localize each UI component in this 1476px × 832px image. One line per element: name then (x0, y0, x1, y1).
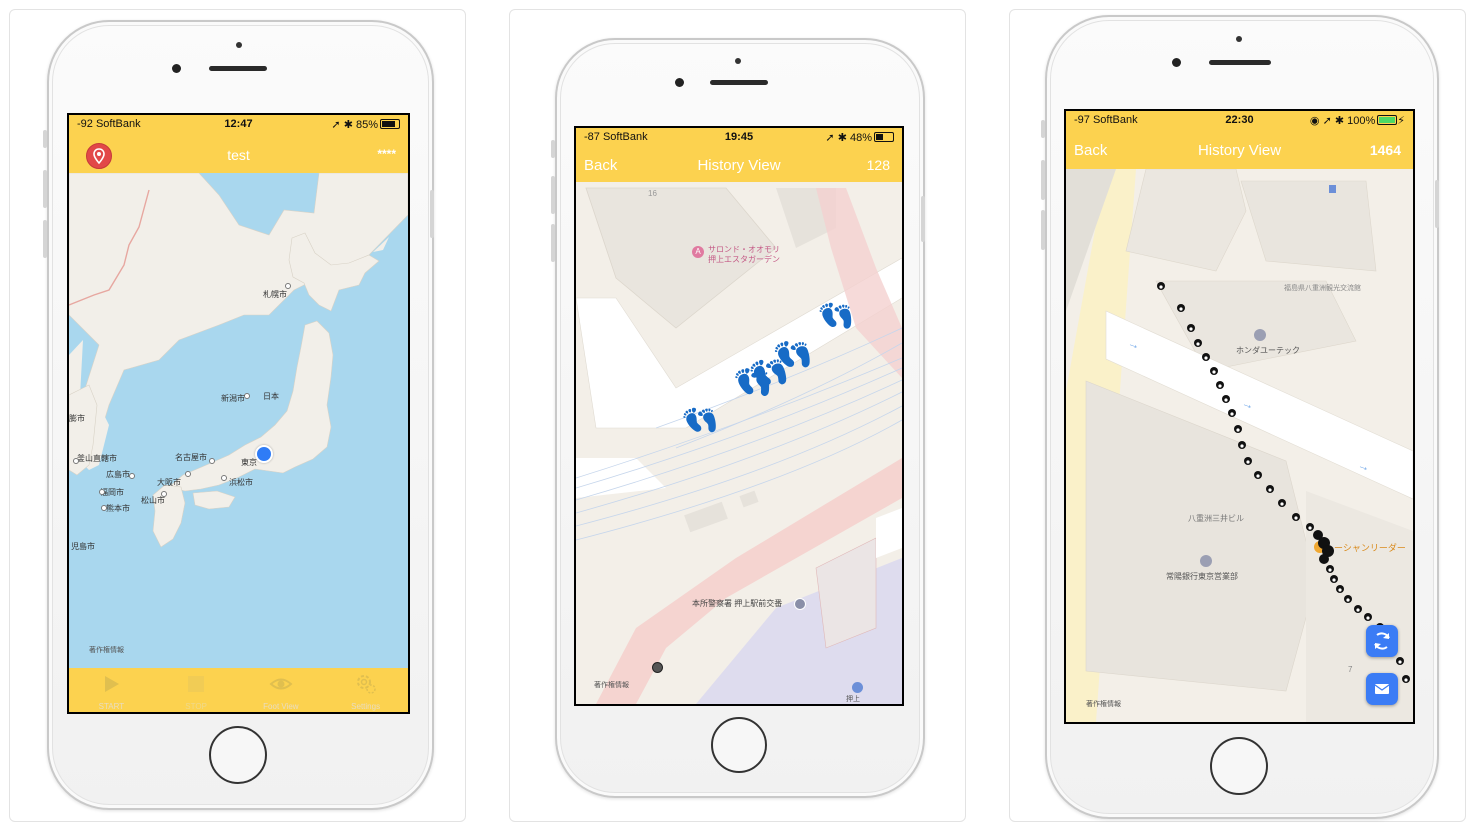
map-legal-label[interactable]: 著作権情報 (89, 645, 124, 655)
volume-down-button (43, 220, 47, 258)
proximity-sensor (1236, 36, 1242, 42)
tab-settings-label: Settings (351, 702, 381, 711)
refresh-button[interactable] (1366, 625, 1398, 657)
mute-switch (551, 140, 555, 158)
nav-right-button[interactable]: **** (377, 147, 396, 161)
city-label: 児島市 (71, 542, 95, 551)
poi-label-line2: 押上エスタガーデン (708, 255, 780, 264)
map-view[interactable]: 札幌市 新潟市 日本 名古屋市 東京 大阪市 浜松市 広島市 福岡市 松山市 熊… (69, 115, 408, 712)
map-legal-label[interactable]: 著作権情報 (1086, 699, 1121, 709)
tab-start[interactable]: START (69, 668, 154, 712)
earpiece-speaker (710, 80, 768, 85)
city-label: 膨市 (69, 414, 85, 423)
footprint-count: 1464 (1369, 142, 1401, 158)
battery-indicator: ➚ ✱ 48% (825, 131, 894, 144)
proximity-sensor (236, 42, 242, 48)
street-map (576, 128, 902, 704)
volume-up-button (1041, 160, 1045, 200)
poi-pin-icon[interactable]: A (692, 246, 704, 258)
status-bar: -97 SoftBank 22:30 ◉ ➚ ✱ 100% ⚡ (1066, 111, 1413, 129)
volume-up-button (43, 170, 47, 208)
stop-icon (188, 676, 205, 692)
status-bar: -87 SoftBank 19:45 ➚ ✱ 48% (576, 128, 902, 146)
tab-start-label: START (98, 702, 125, 711)
eye-icon (269, 678, 293, 690)
city-label: 名古屋市 (175, 453, 207, 462)
proximity-sensor (735, 58, 741, 64)
nav-title: History View (1197, 142, 1282, 159)
nav-bar: -97 SoftBank 22:30 ◉ ➚ ✱ 100% ⚡ Back Hist… (1066, 111, 1413, 169)
front-camera (172, 64, 181, 73)
mute-switch (43, 130, 47, 148)
volume-down-button (551, 224, 555, 262)
mail-button[interactable] (1366, 673, 1398, 705)
earpiece-speaker (1209, 60, 1271, 65)
battery-icon (874, 132, 894, 142)
gear-icon (356, 675, 376, 694)
map-legal-label[interactable]: 著作権情報 (594, 680, 629, 690)
police-box-icon (794, 598, 806, 610)
map-view[interactable]: → → → 福島県八重洲観光交流館 ホンダユーテック 八重洲三井ビル 常陽銀行東… (1066, 111, 1413, 722)
nav-bar: -87 SoftBank 19:45 ➚ ✱ 48% Back History … (576, 128, 902, 182)
station-icon (852, 682, 863, 693)
play-icon (105, 676, 120, 692)
front-camera (1172, 58, 1181, 67)
home-button[interactable] (711, 717, 767, 773)
battery-icon (1377, 115, 1398, 125)
map-marker-dot (652, 662, 663, 673)
earpiece-speaker (209, 66, 267, 71)
tab-foot-view-label: Foot View (263, 702, 299, 711)
power-button (1435, 180, 1439, 228)
tab-bar: START STOP Foot View Settings (69, 668, 408, 712)
tab-foot-view[interactable]: Foot View (239, 668, 324, 712)
block-number-label: 16 (648, 189, 657, 198)
tab-stop-label: STOP (185, 702, 207, 711)
nav-title: History View (697, 157, 781, 174)
battery-indicator: ➚ ✱ 85% (331, 118, 400, 131)
city-label: 釜山直轄市 (77, 454, 117, 463)
country-label: 日本 (263, 392, 279, 401)
power-button (430, 190, 434, 238)
tab-stop[interactable]: STOP (154, 668, 239, 712)
mail-icon (1374, 684, 1390, 694)
footprint-count: 128 (866, 157, 890, 173)
police-box-label: 本所警察署 押上駅前交番 (692, 599, 783, 608)
tab-settings[interactable]: Settings (323, 668, 408, 712)
city-label: 札幌市 (263, 290, 287, 299)
phone-screen: → → → 福島県八重洲観光交流館 ホンダユーテック 八重洲三井ビル 常陽銀行東… (1064, 109, 1415, 724)
volume-down-button (1041, 210, 1045, 250)
home-button[interactable] (1210, 737, 1268, 795)
city-label: 松山市 (141, 496, 165, 505)
power-button (921, 196, 925, 242)
city-label: 新潟市 (221, 394, 245, 403)
nav-title: test (227, 147, 250, 163)
phone-screen: 16 A サロンド・オオモリ 押上エスタガーデン 👣 👣 👣 👣 👣 本所警察署… (574, 126, 904, 706)
station-label: 押上 (846, 696, 860, 703)
mute-switch (1041, 120, 1045, 138)
paw-trail (1157, 282, 1410, 683)
battery-indicator: ◉ ➚ ✱ 100% ⚡ (1309, 115, 1405, 127)
phone-screen: 札幌市 新潟市 日本 名古屋市 東京 大阪市 浜松市 広島市 福岡市 松山市 熊… (67, 113, 410, 714)
home-button[interactable] (209, 726, 267, 784)
city-label: 熊本市 (106, 504, 130, 513)
city-label: 広島市 (106, 470, 130, 479)
battery-icon (380, 119, 400, 129)
map-view[interactable]: 16 A サロンド・オオモリ 押上エスタガーデン 👣 👣 👣 👣 👣 本所警察署… (576, 128, 902, 704)
front-camera (675, 78, 684, 87)
volume-up-button (551, 176, 555, 214)
city-label: 浜松市 (229, 478, 253, 487)
current-location-dot (255, 445, 273, 463)
city-label: 大阪市 (157, 478, 181, 487)
japan-map (69, 172, 408, 548)
status-bar: -92 SoftBank 12:47 ➚ ✱ 85% (69, 115, 408, 133)
city-label: 東京 (241, 458, 257, 467)
nav-bar: -92 SoftBank 12:47 ➚ ✱ 85% test **** (69, 115, 408, 173)
refresh-icon (1374, 632, 1390, 650)
